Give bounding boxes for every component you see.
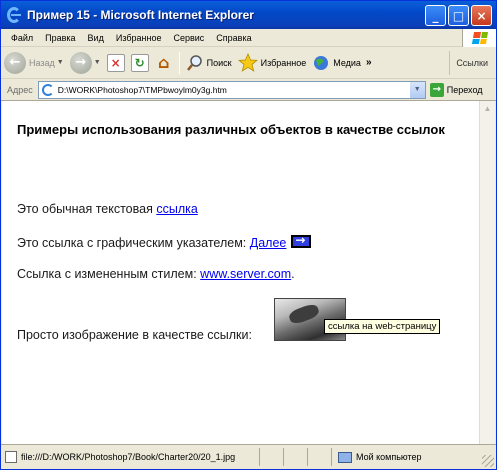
status-url-area: file:///D:/WORK/Photoshop7/Book/Charter2… (1, 451, 259, 463)
menu-view[interactable]: Вид (82, 33, 110, 43)
go-button[interactable]: → Переход (429, 82, 483, 97)
windows-logo-icon (462, 29, 496, 47)
chevron-down-icon[interactable]: ▼ (408, 81, 425, 98)
server-link[interactable]: www.server.com (200, 267, 291, 281)
status-cell (259, 448, 283, 466)
close-button[interactable]: × (471, 5, 492, 26)
page-icon (41, 83, 54, 96)
resize-grip[interactable] (482, 455, 494, 467)
stop-icon: × (106, 53, 125, 72)
refresh-icon: ↻ (130, 53, 149, 72)
status-url: file:///D:/WORK/Photoshop7/Book/Charter2… (21, 452, 236, 462)
toolbar-separator (178, 51, 180, 74)
page-content: Примеры использования различных объектов… (2, 101, 481, 444)
address-label: Адрес (7, 84, 33, 95)
text-link-line: Это обычная текстовая ссылка (17, 202, 198, 216)
scroll-up-icon[interactable]: ▲ (480, 101, 495, 116)
file-icon (5, 451, 17, 463)
menu-edit[interactable]: Правка (39, 33, 81, 43)
title-bar[interactable]: Пример 15 - Microsoft Internet Explorer … (1, 1, 496, 29)
line3-period: . (291, 267, 295, 281)
browser-window: Пример 15 - Microsoft Internet Explorer … (0, 0, 497, 470)
menu-tools[interactable]: Сервис (167, 33, 210, 43)
menu-bar: Файл Правка Вид Избранное Сервис Справка (1, 29, 496, 47)
media-button[interactable]: Медиа (309, 49, 364, 77)
line4-text: Просто изображение в качестве ссылки: (17, 328, 252, 342)
page-heading: Примеры использования различных объектов… (17, 122, 445, 137)
address-input[interactable]: D:\WORK\Photoshop7\TMPbwoylm0y3g.htm ▼ (37, 80, 426, 99)
styled-link-line: Ссылка с измененным стилем: www.server.c… (17, 267, 295, 281)
maximize-button[interactable]: □ (448, 5, 469, 26)
status-cell (307, 448, 331, 466)
home-button[interactable]: ⌂ (152, 49, 176, 77)
back-label: Назад (29, 57, 55, 68)
favorites-label: Избранное (260, 57, 307, 68)
menu-file[interactable]: Файл (1, 33, 39, 43)
line2-text: Это ссылка с графическим указателем: (17, 236, 250, 250)
standard-toolbar: ← Назад ▼ → ▼ × ↻ ⌂ Поиск Избранное Меди… (1, 47, 496, 79)
address-bar: Адрес D:\WORK\Photoshop7\TMPbwoylm0y3g.h… (1, 79, 496, 101)
image-link-line: Просто изображение в качестве ссылки: (17, 328, 252, 342)
window-title: Пример 15 - Microsoft Internet Explorer (27, 8, 254, 22)
vertical-scrollbar[interactable]: ▲ (479, 101, 495, 444)
minimize-button[interactable]: _ (425, 5, 446, 26)
favorites-button[interactable]: Избранное (235, 49, 310, 77)
back-button[interactable]: ← Назад ▼ (1, 49, 67, 77)
forward-arrow-icon: → (69, 51, 92, 74)
links-button[interactable]: Ссылки (449, 51, 494, 75)
graphic-link-line: Это ссылка с графическим указателем: Дал… (17, 233, 312, 250)
menu-favorites[interactable]: Избранное (110, 33, 168, 43)
window-controls: _ □ × (425, 5, 492, 26)
ie-logo-icon (6, 7, 22, 23)
search-button[interactable]: Поиск (183, 49, 235, 77)
media-globe-icon (314, 55, 329, 70)
media-label: Медиа (333, 57, 361, 68)
zone-label: Мой компьютер (356, 452, 422, 462)
go-arrow-icon: → (429, 82, 444, 97)
next-link[interactable]: Далее (250, 236, 287, 250)
status-bar: file:///D:/WORK/Photoshop7/Book/Charter2… (1, 444, 496, 469)
toolbar-overflow-icon[interactable]: » (366, 57, 372, 68)
menu-help[interactable]: Справка (210, 33, 257, 43)
chevron-down-icon[interactable]: ▼ (94, 59, 101, 66)
line3-text: Ссылка с измененным стилем: (17, 267, 201, 281)
tooltip: ссылка на web-страницу (324, 319, 441, 334)
address-value: D:\WORK\Photoshop7\TMPbwoylm0y3g.htm (57, 84, 227, 95)
search-label: Поиск (206, 57, 232, 68)
back-arrow-icon: ← (4, 51, 26, 74)
security-zone: Мой компьютер (331, 448, 422, 466)
status-cell (283, 448, 307, 466)
go-label: Переход (446, 84, 483, 95)
stop-button[interactable]: × (104, 49, 128, 77)
text-link[interactable]: ссылка (156, 202, 197, 216)
my-computer-icon (338, 451, 352, 463)
arrow-right-icon[interactable] (291, 233, 312, 248)
links-label: Ссылки (456, 58, 488, 68)
refresh-button[interactable]: ↻ (128, 49, 152, 77)
home-icon: ⌂ (157, 53, 170, 72)
star-icon (237, 53, 258, 72)
magnifier-icon (186, 54, 202, 71)
forward-button[interactable]: → ▼ (67, 49, 104, 77)
chevron-down-icon[interactable]: ▼ (57, 59, 64, 66)
line1-text: Это обычная текстовая (17, 202, 157, 216)
